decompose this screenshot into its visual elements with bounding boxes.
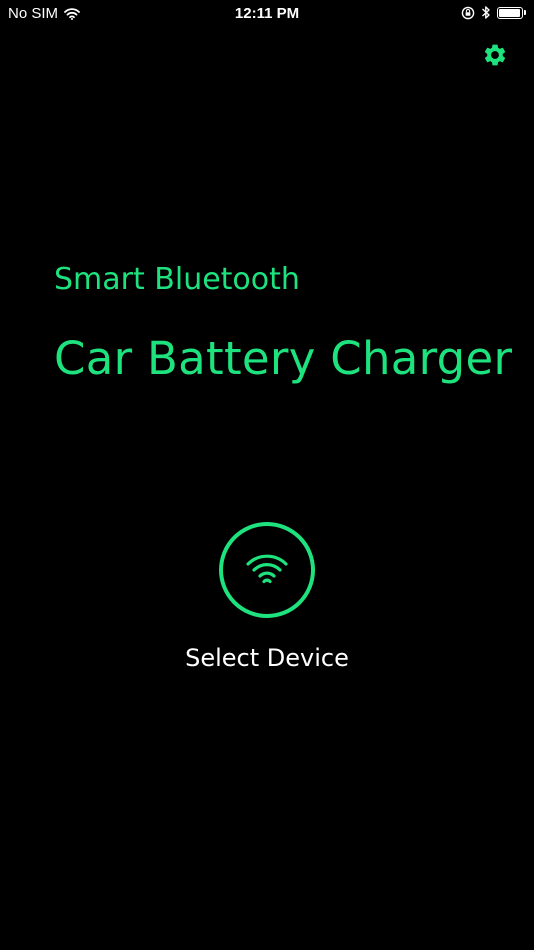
battery-tip (524, 10, 526, 15)
battery-body (497, 6, 523, 19)
orientation-lock-icon (461, 6, 475, 20)
battery-fill (499, 8, 520, 17)
select-device-button[interactable] (219, 522, 315, 618)
select-device-label[interactable]: Select Device (0, 644, 534, 672)
settings-button[interactable] (482, 42, 508, 68)
gear-icon (482, 42, 508, 68)
app-title: Car Battery Charger (54, 332, 513, 385)
status-time: 12:11 PM (234, 5, 300, 22)
bluetooth-icon (481, 5, 491, 20)
app-subtitle: Smart Bluetooth (54, 262, 300, 297)
status-right (461, 5, 526, 20)
battery-icon (497, 6, 526, 19)
status-bar: No SIM 12:11 PM (0, 0, 534, 28)
wifi-signal-icon (245, 554, 289, 586)
